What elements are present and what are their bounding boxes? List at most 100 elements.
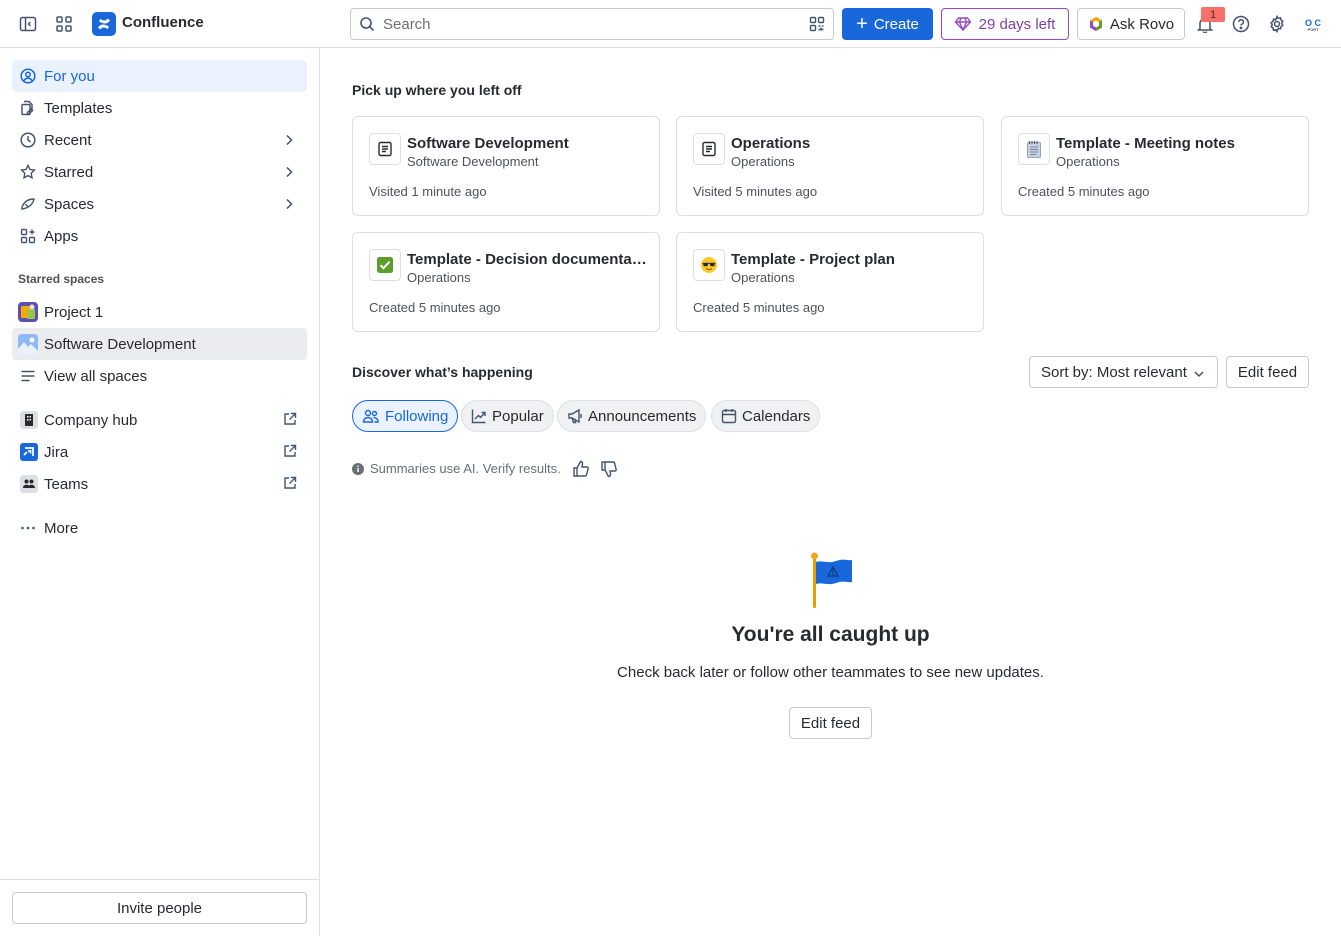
card-title: Template - Meeting notes: [1056, 135, 1235, 152]
filter-chip-label: Calendars: [742, 407, 811, 425]
filter-chip-label: Announcements: [588, 407, 697, 425]
card-meta: Created 5 minutes ago: [693, 300, 825, 315]
card-meta: Visited 1 minute ago: [369, 184, 487, 199]
megaphone-icon: [567, 408, 583, 424]
filter-chip-label: Following: [385, 407, 449, 425]
notification-count-badge: 1: [1201, 7, 1225, 22]
recent-card[interactable]: Software Development Software Developmen…: [352, 116, 660, 216]
recent-card[interactable]: Template - Decision documentation Operat…: [352, 232, 660, 332]
info-icon: [352, 462, 364, 475]
chevron-right-icon[interactable]: [281, 164, 297, 184]
recent-card[interactable]: Template - Meeting notes Operations Crea…: [1001, 116, 1309, 216]
external-link-icon[interactable]: [283, 444, 297, 462]
project-space-avatar-icon: [18, 302, 38, 322]
top-navigation-bar: Confluence + Create 29 days left Ask Rov…: [0, 0, 1341, 48]
search-input[interactable]: [383, 15, 783, 33]
sidebar-item-starred[interactable]: Starred: [12, 156, 307, 188]
help-icon[interactable]: [1227, 10, 1255, 38]
sidebar-item-recent[interactable]: Recent: [12, 124, 307, 156]
building-icon: [20, 411, 38, 429]
empty-state-edit-feed-button[interactable]: Edit feed: [789, 707, 872, 739]
chevron-down-icon: [1193, 367, 1205, 384]
search-box[interactable]: [350, 8, 834, 40]
sidebar-item-label: Company hub: [44, 411, 138, 429]
settings-gear-icon[interactable]: [1263, 10, 1291, 38]
empty-state-title: You're all caught up: [731, 623, 930, 646]
sidebar-space-software-development[interactable]: Software Development: [12, 328, 307, 360]
sidebar-item-label: Apps: [44, 227, 79, 245]
calendar-icon: [721, 408, 737, 424]
ai-summary-note-text: Summaries use AI. Verify results.: [370, 461, 561, 476]
app-switcher-icon[interactable]: [50, 10, 78, 38]
filter-chip-popular[interactable]: Popular: [461, 400, 554, 432]
filter-chip-label: Popular: [492, 407, 544, 425]
sidebar-item-apps[interactable]: Apps: [12, 220, 307, 252]
notepad-icon: [1018, 133, 1050, 165]
external-link-icon[interactable]: [283, 412, 297, 430]
sidebar-item-label: More: [44, 519, 79, 537]
star-icon: [20, 164, 36, 180]
trial-button[interactable]: 29 days left: [941, 8, 1069, 40]
card-meta: Created 5 minutes ago: [369, 300, 501, 315]
avatar-initials-subtext: PORT: [1307, 26, 1319, 32]
recent-card[interactable]: Template - Project plan Operations Creat…: [676, 232, 984, 332]
sidebar-item-for-you[interactable]: For you: [12, 60, 307, 92]
sidebar-link-company-hub[interactable]: Company hub: [12, 404, 307, 436]
sidebar-space-project-1[interactable]: Project 1: [12, 296, 307, 328]
sidebar-view-all-spaces[interactable]: View all spaces: [12, 360, 307, 392]
create-button[interactable]: + Create: [842, 8, 933, 40]
sort-dropdown-label: Sort by: Most relevant: [1041, 363, 1187, 381]
flag-illustration-icon: [806, 552, 856, 613]
search-icon: [359, 16, 375, 32]
empty-state-description: Check back later or follow other teammat…: [617, 664, 1044, 681]
filter-chip-following[interactable]: Following: [352, 400, 459, 432]
sunglasses-icon: [693, 249, 725, 281]
software-space-avatar-icon: [18, 334, 38, 354]
filter-chip-calendars[interactable]: Calendars: [711, 400, 821, 432]
sidebar-link-teams[interactable]: Teams: [12, 468, 307, 500]
card-space: Operations: [731, 154, 795, 169]
profile-avatar[interactable]: O C PORT: [1300, 12, 1326, 38]
search-filters-icon[interactable]: [809, 16, 825, 35]
sidebar-item-label: For you: [44, 67, 95, 85]
app-name[interactable]: Confluence: [122, 14, 204, 31]
discover-section-heading: Discover what’s happening: [352, 364, 533, 380]
ask-rovo-label: Ask Rovo: [1109, 15, 1175, 33]
recent-section-heading: Pick up where you left off: [352, 82, 522, 98]
create-button-label: Create: [873, 15, 919, 33]
avatar-initials: O C: [1304, 17, 1321, 28]
card-title: Template - Project plan: [731, 251, 895, 268]
card-meta: Visited 5 minutes ago: [693, 184, 818, 199]
spaces-icon: [20, 196, 36, 212]
sidebar-item-label: Templates: [44, 99, 113, 117]
thumbs-up-icon[interactable]: [572, 460, 590, 481]
sidebar-item-label: Starred: [44, 163, 94, 181]
external-link-icon[interactable]: [283, 476, 297, 494]
sidebar-item-spaces[interactable]: Spaces: [12, 188, 307, 220]
thumbs-down-icon[interactable]: [600, 460, 618, 481]
sidebar-item-label: Project 1: [44, 303, 104, 321]
starred-spaces-heading: Starred spaces: [18, 272, 105, 286]
trial-label: 29 days left: [978, 15, 1056, 33]
filter-chip-announcements[interactable]: Announcements: [557, 400, 707, 432]
chevron-right-icon[interactable]: [281, 132, 297, 152]
sidebar-item-templates[interactable]: Templates: [12, 92, 307, 124]
sidebar-more[interactable]: More: [12, 512, 307, 544]
person-circle-icon: [20, 68, 36, 84]
sidebar-link-jira[interactable]: Jira: [12, 436, 307, 468]
chevron-right-icon[interactable]: [281, 196, 297, 216]
sidebar-toggle-icon[interactable]: [14, 10, 42, 38]
page-icon: [369, 133, 401, 165]
invite-people-button[interactable]: Invite people: [12, 892, 307, 924]
trending-icon: [471, 408, 487, 424]
page-icon: [693, 133, 725, 165]
people-icon: [362, 408, 380, 424]
sort-dropdown[interactable]: Sort by: Most relevant: [1029, 356, 1218, 388]
ask-rovo-button[interactable]: Ask Rovo: [1077, 8, 1185, 40]
edit-feed-button[interactable]: Edit feed: [1226, 356, 1309, 388]
clock-icon: [20, 132, 36, 148]
confluence-logo-icon[interactable]: [92, 12, 116, 36]
apps-icon: [20, 228, 36, 244]
recent-card[interactable]: Operations Operations Visited 5 minutes …: [676, 116, 984, 216]
sidebar-item-label: View all spaces: [44, 367, 148, 385]
